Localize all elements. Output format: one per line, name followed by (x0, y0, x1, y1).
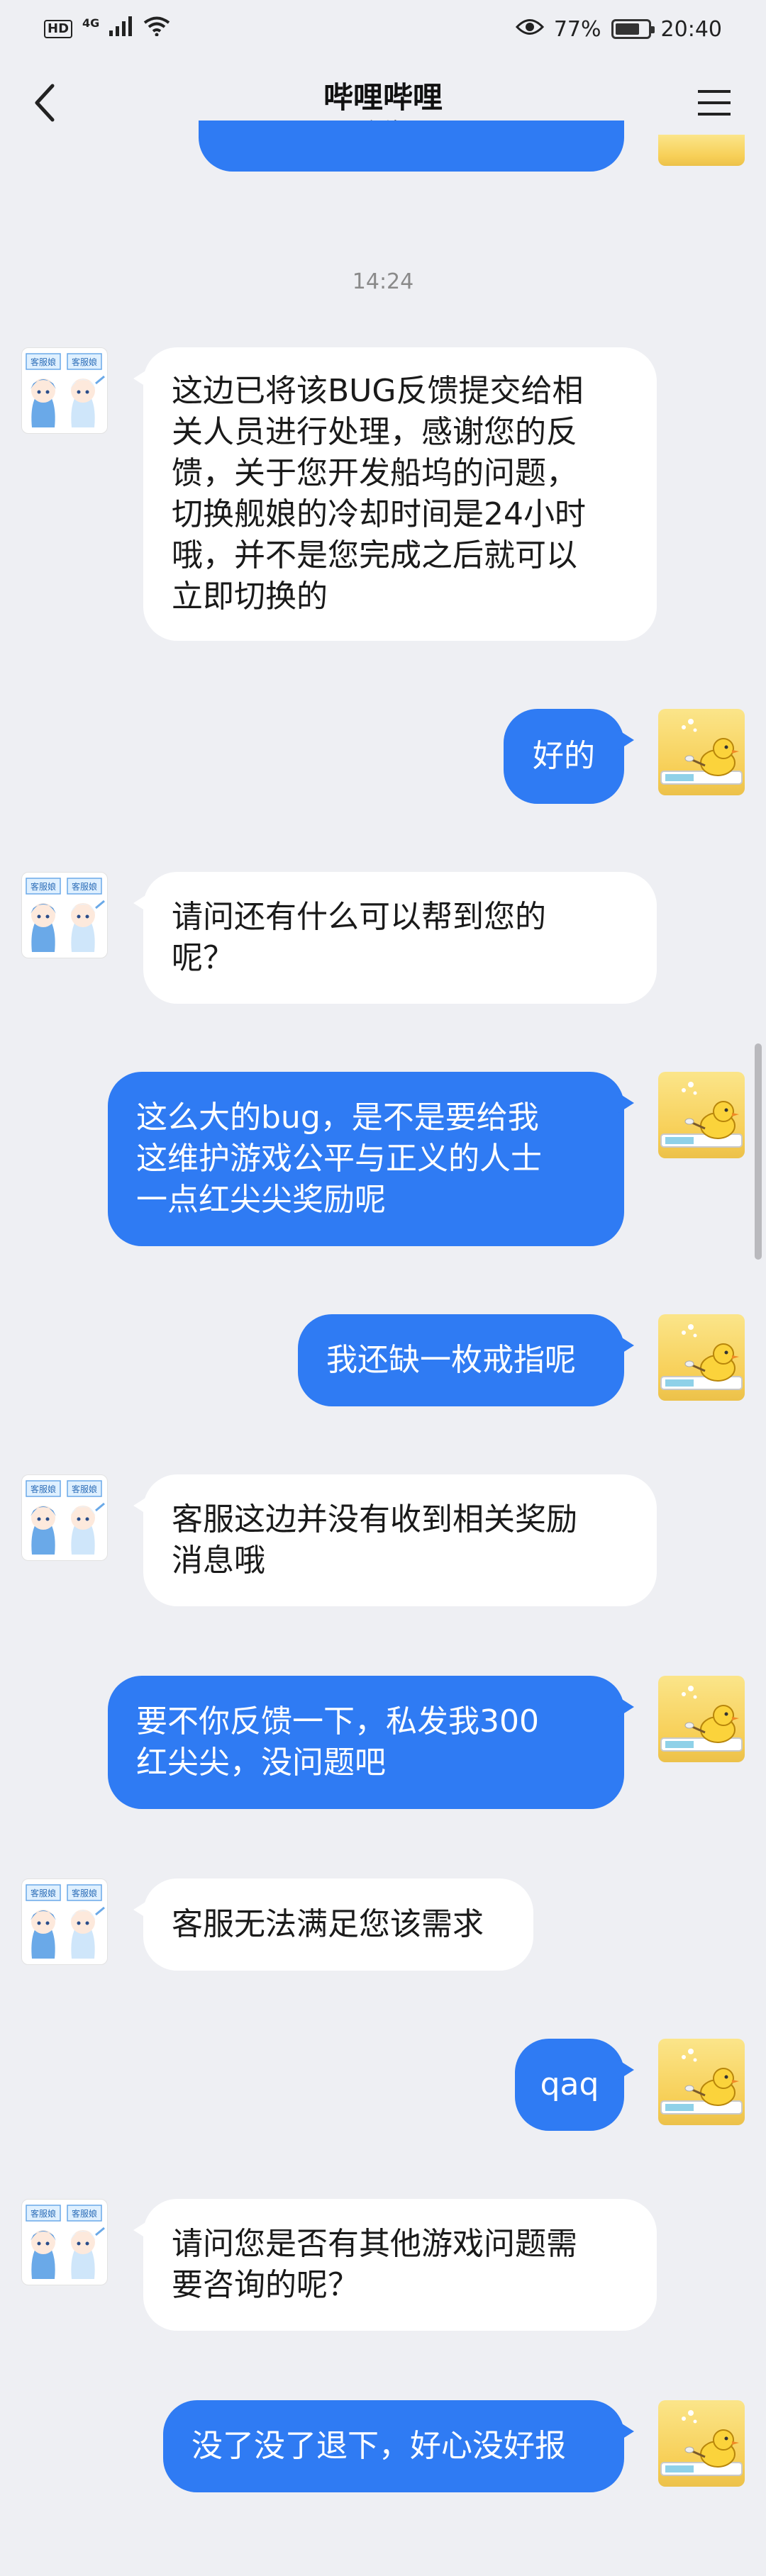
message-timestamp: 14:24 (352, 269, 414, 294)
message-bubble[interactable]: 客服无法满足您该需求 (133, 1878, 533, 1971)
cs-avatar[interactable]: 客服娘 客服娘 (21, 2199, 108, 2285)
svg-text:客服娘: 客服娘 (72, 1888, 97, 1898)
message-bubble[interactable]: 这边已将该BUG反馈提交给相 关人员进行处理，感谢您的反 馈，关于您开发船坞的问… (133, 347, 657, 641)
svg-text:客服娘: 客服娘 (72, 2208, 97, 2219)
message-bubble[interactable]: 我还缺一枚戒指呢 (298, 1314, 634, 1406)
message-text: 请问您是否有其他游戏问题需 要咨询的呢？ (172, 2226, 577, 2303)
svg-text:客服娘: 客服娘 (72, 881, 97, 892)
svg-text:客服娘: 客服娘 (30, 2208, 56, 2219)
svg-text:客服娘: 客服娘 (72, 357, 97, 367)
svg-text:客服娘: 客服娘 (30, 1888, 56, 1898)
message-bubble[interactable]: 要不你反馈一下，私发我300 红尖尖，没问题吧 (108, 1676, 634, 1809)
user-avatar[interactable] (658, 1676, 745, 1762)
message-bubble[interactable]: qaq (515, 2039, 634, 2131)
user-avatar[interactable] (658, 1072, 745, 1158)
message-text: 客服这边并没有收到相关奖励 消息哦 (172, 1501, 577, 1579)
cs-avatar[interactable]: 客服娘 客服娘 (21, 872, 108, 958)
message-text: 没了没了退下，好心没好报 (192, 2428, 566, 2464)
message-text: 要不你反馈一下，私发我300 红尖尖，没问题吧 (136, 1703, 539, 1781)
user-avatar[interactable] (658, 2039, 745, 2125)
chat-list[interactable]: 14:24 客服娘 客服娘 这边已将该BUG反馈提交给相 关人员进行处理，感谢您… (0, 0, 766, 2576)
user-avatar[interactable] (658, 709, 745, 795)
user-avatar[interactable] (658, 1314, 745, 1401)
svg-text:客服娘: 客服娘 (30, 1484, 56, 1494)
message-bubble[interactable]: 请问还有什么可以帮到您的 呢？ (133, 872, 657, 1004)
message-text: 客服无法满足您该需求 (172, 1906, 484, 1942)
svg-text:客服娘: 客服娘 (30, 881, 56, 892)
cs-avatar[interactable]: 客服娘 客服娘 (21, 1474, 108, 1561)
svg-text:客服娘: 客服娘 (30, 357, 56, 367)
message-bubble[interactable]: 请问您是否有其他游戏问题需 要咨询的呢？ (133, 2199, 657, 2331)
message-text: 请问还有什么可以帮到您的 呢？ (172, 899, 546, 976)
message-bubble[interactable]: 好的 (504, 709, 634, 804)
message-bubble[interactable]: 客服这边并没有收到相关奖励 消息哦 (133, 1474, 657, 1606)
user-avatar[interactable] (658, 135, 745, 166)
scrollbar[interactable] (755, 1043, 762, 1260)
cs-avatar[interactable]: 客服娘 客服娘 (21, 1878, 108, 1965)
message-bubble[interactable]: 没了没了退下，好心没好报 (163, 2400, 634, 2492)
message-bubble-partial[interactable] (199, 121, 624, 172)
user-avatar[interactable] (658, 2400, 745, 2487)
message-text: 我还缺一枚戒指呢 (326, 1342, 576, 1378)
message-bubble[interactable]: 这么大的bug，是不是要给我 这维护游戏公平与正义的人士 一点红尖尖奖励呢 (108, 1072, 634, 1246)
message-text: qaq (540, 2066, 599, 2102)
svg-text:客服娘: 客服娘 (72, 1484, 97, 1494)
cs-avatar[interactable]: 客服娘 客服娘 (21, 347, 108, 434)
message-text: 好的 (533, 738, 595, 774)
message-text: 这么大的bug，是不是要给我 这维护游戏公平与正义的人士 一点红尖尖奖励呢 (136, 1099, 542, 1218)
message-text: 这边已将该BUG反馈提交给相 关人员进行处理，感谢您的反 馈，关于您开发船坞的问… (172, 373, 586, 615)
